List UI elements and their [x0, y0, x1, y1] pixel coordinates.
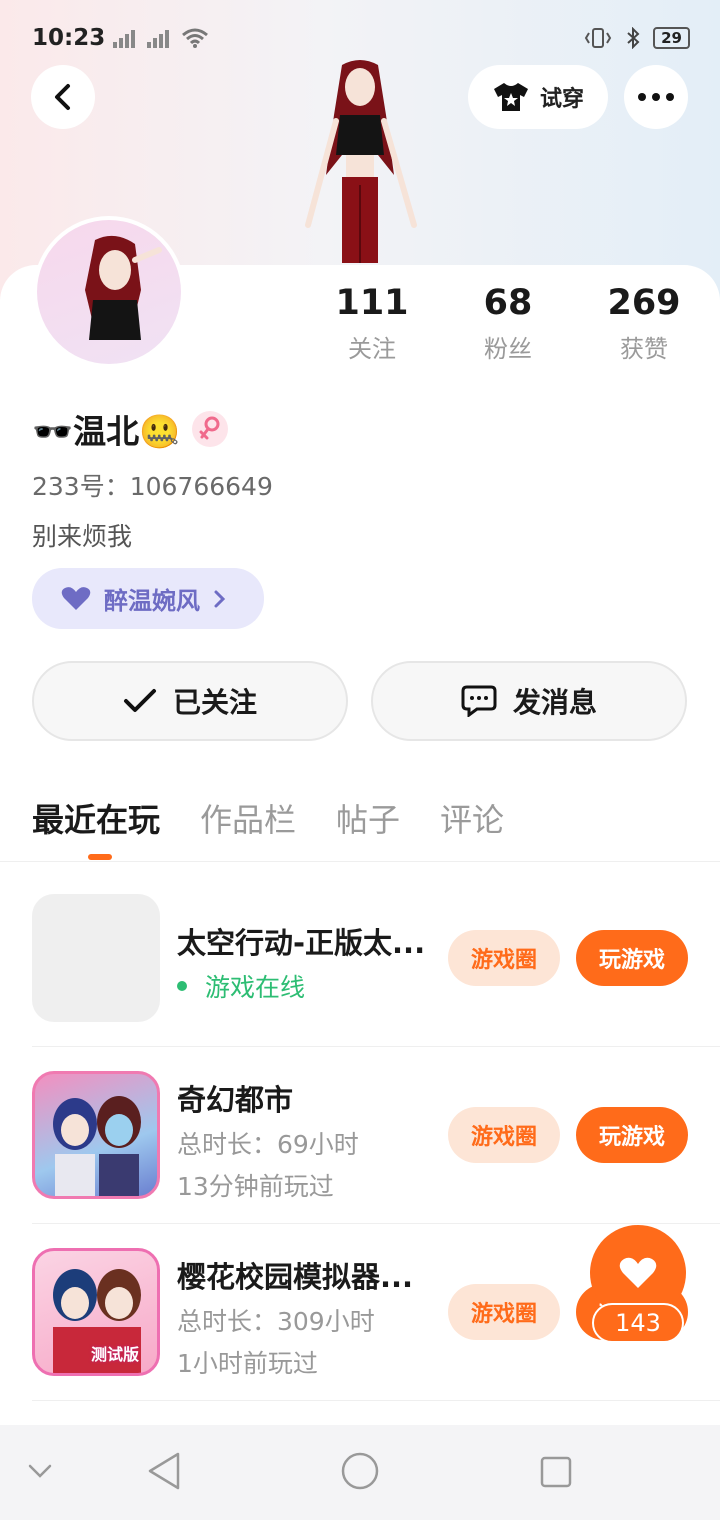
game-circle-button[interactable]: 游戏圈	[448, 1107, 560, 1163]
game-icon[interactable]	[32, 1071, 160, 1199]
chevron-right-icon	[214, 590, 226, 607]
row-divider	[32, 1223, 720, 1224]
send-message-label: 发消息	[512, 686, 597, 719]
list-item[interactable]: 太空行动-正版太... 游戏在线 游戏圈 玩游戏	[0, 894, 720, 1071]
game-online-status: 游戏在线	[177, 968, 305, 1004]
status-bar: 10:23 29	[32, 18, 690, 58]
following-label: 已关注	[172, 686, 257, 719]
stat-following-label: 关注	[348, 335, 396, 363]
heart-icon	[619, 1257, 657, 1288]
try-on-button[interactable]: 试穿	[468, 65, 608, 129]
try-on-label: 试穿	[539, 87, 584, 112]
row-divider	[32, 1046, 720, 1047]
user-bio: 别来烦我	[32, 522, 133, 551]
like-count: 143	[592, 1303, 684, 1343]
user-id: 233号：106766649	[32, 472, 273, 501]
like-floating-button[interactable]: 143	[590, 1225, 686, 1343]
stat-fans[interactable]: 68 粉丝	[438, 283, 578, 364]
chevron-left-icon	[55, 84, 70, 110]
tab-recently-played[interactable]: 最近在玩	[32, 795, 160, 841]
battery-indicator: 29	[653, 27, 690, 49]
username: 🕶️温北🤐	[32, 412, 181, 451]
online-dot-icon	[177, 981, 187, 991]
chevron-down-icon[interactable]	[28, 1463, 52, 1479]
check-icon	[123, 689, 156, 712]
vibrate-icon	[584, 28, 612, 48]
recent-apps-icon[interactable]	[540, 1456, 572, 1488]
game-icon-placeholder[interactable]	[32, 894, 160, 1022]
stat-following[interactable]: 111 关注	[302, 283, 442, 364]
home-nav-icon[interactable]	[341, 1452, 379, 1490]
following-button[interactable]: 已关注	[32, 661, 348, 741]
tabs-divider	[0, 861, 720, 862]
wifi-icon	[182, 28, 209, 48]
game-title[interactable]: 樱花校园模拟器...	[177, 1254, 413, 1296]
game-title[interactable]: 太空行动-正版太...	[177, 920, 425, 962]
system-navigation-bar	[0, 1425, 720, 1520]
play-game-button[interactable]: 玩游戏	[576, 930, 688, 986]
play-game-button[interactable]: 玩游戏	[576, 1107, 688, 1163]
more-options-button[interactable]	[624, 65, 688, 129]
heart-icon	[61, 586, 91, 610]
stat-likes[interactable]: 269 获赞	[574, 283, 714, 364]
avatar[interactable]	[33, 216, 185, 368]
game-circle-button[interactable]: 游戏圈	[448, 930, 560, 986]
stat-fans-count: 68	[483, 283, 533, 323]
signal-icon	[147, 28, 173, 48]
list-item[interactable]: 奇幻都市 总时长：69小时 13分钟前玩过 游戏圈 玩游戏	[0, 1071, 720, 1248]
bluetooth-icon	[627, 27, 640, 49]
game-icon[interactable]: 测试版	[32, 1248, 160, 1376]
signal-icon	[113, 28, 139, 48]
stat-likes-label: 获赞	[620, 335, 668, 363]
style-tag-button[interactable]: 醉温婉风	[32, 568, 264, 629]
game-last-played: 13分钟前玩过	[177, 1172, 334, 1201]
game-play-duration: 总时长：309小时	[177, 1307, 375, 1336]
username-row: 🕶️温北🤐	[32, 405, 229, 453]
back-button[interactable]	[31, 65, 95, 129]
profile-tabs: 最近在玩 作品栏 帖子 评论	[32, 795, 504, 841]
tshirt-icon	[493, 83, 528, 111]
tab-comments[interactable]: 评论	[440, 795, 504, 841]
stat-fans-label: 粉丝	[484, 335, 532, 363]
stat-following-count: 111	[335, 283, 409, 323]
tab-posts[interactable]: 帖子	[336, 795, 400, 841]
back-nav-icon[interactable]	[146, 1451, 182, 1491]
game-play-duration: 总时长：69小时	[177, 1130, 359, 1159]
tab-works[interactable]: 作品栏	[200, 795, 296, 841]
avatar-3d-character	[290, 55, 430, 265]
beta-badge: 测试版	[91, 1345, 140, 1364]
game-last-played: 1小时前玩过	[177, 1349, 318, 1378]
send-message-button[interactable]: 发消息	[371, 661, 687, 741]
more-icon	[638, 93, 674, 101]
game-online-label: 游戏在线	[205, 973, 306, 1002]
game-title[interactable]: 奇幻都市	[177, 1077, 293, 1119]
chat-icon	[461, 685, 497, 717]
style-tag-label: 醉温婉风	[104, 587, 200, 615]
stat-likes-count: 269	[607, 283, 681, 323]
active-tab-indicator	[88, 854, 112, 860]
game-circle-button[interactable]: 游戏圈	[448, 1284, 560, 1340]
row-divider	[32, 1400, 720, 1401]
female-gender-icon	[192, 411, 229, 447]
status-time: 10:23	[32, 25, 106, 51]
